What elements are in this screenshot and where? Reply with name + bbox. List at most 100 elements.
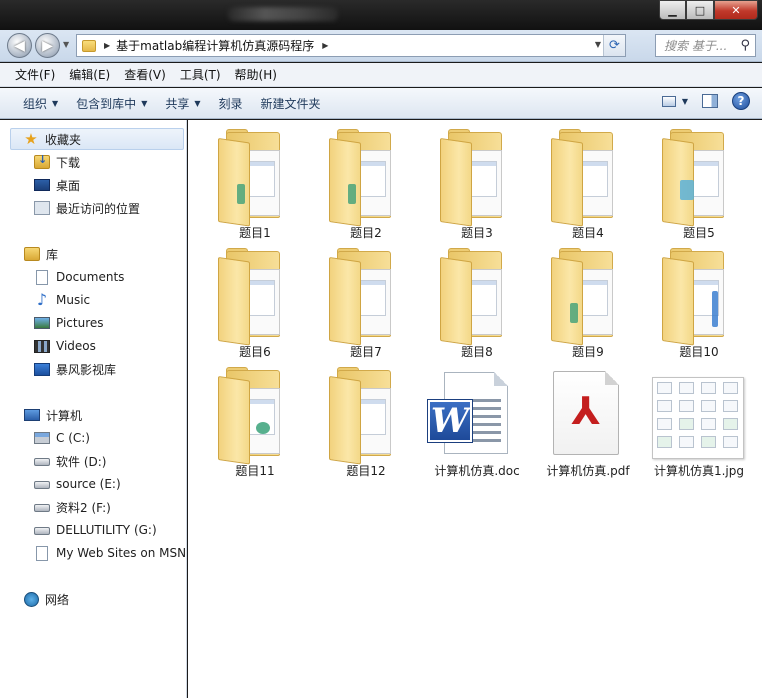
sidebar-item-pictures[interactable]: Pictures xyxy=(34,312,104,334)
sidebar-item-documents[interactable]: Documents xyxy=(34,266,124,288)
file-name: 题目2 xyxy=(350,226,382,240)
help-icon[interactable]: ? xyxy=(732,92,750,110)
folder-icon xyxy=(440,129,506,227)
image-thumbnail xyxy=(652,377,744,459)
file-name: 题目6 xyxy=(239,345,271,359)
sidebar-item-label: 暴风影视库 xyxy=(56,362,117,377)
sidebar-item-label: My Web Sites on MSN xyxy=(56,546,187,560)
file-item[interactable]: W 计算机仿真.doc xyxy=(422,366,532,481)
preview-pane-icon[interactable] xyxy=(702,94,718,108)
file-name: 计算机仿真.pdf xyxy=(546,464,630,478)
sidebar-item-desktop[interactable]: 桌面 xyxy=(34,174,80,196)
libraries-icon xyxy=(24,247,40,261)
share-button[interactable]: 共享 ▼ xyxy=(156,95,209,112)
sidebar-item-network[interactable]: 网络 xyxy=(24,588,69,610)
file-name: 题目12 xyxy=(346,464,386,478)
recent-pages-dropdown-icon[interactable]: ▼ xyxy=(63,40,69,49)
new-folder-button[interactable]: 新建文件夹 xyxy=(252,95,330,112)
sidebar-item-drive-e[interactable]: source (E:) xyxy=(34,473,121,495)
folder-icon xyxy=(440,248,506,346)
view-options-dropdown-icon[interactable]: ▼ xyxy=(682,97,688,106)
file-item[interactable]: 题目4 xyxy=(533,128,643,243)
sidebar-item-libraries[interactable]: 库 xyxy=(24,243,58,265)
file-item[interactable]: 题目7 xyxy=(311,247,421,362)
sidebar-item-downloads[interactable]: 下载 xyxy=(34,151,80,173)
share-label: 共享 xyxy=(165,96,190,111)
file-item[interactable]: 题目12 xyxy=(311,366,421,481)
system-drive-icon xyxy=(34,432,50,444)
file-name: 题目8 xyxy=(461,345,493,359)
include-library-label: 包含到库中 xyxy=(76,96,137,111)
word-letter-icon: W xyxy=(427,399,473,443)
sidebar-item-label: source (E:) xyxy=(56,477,121,491)
address-dropdown-icon[interactable]: ▼ xyxy=(595,40,601,49)
sidebar-item-label: 资料2 (F:) xyxy=(56,500,111,515)
refresh-icon[interactable]: ⟳ xyxy=(603,35,625,56)
sidebar-item-videos[interactable]: Videos xyxy=(34,335,96,357)
burn-button[interactable]: 刻录 xyxy=(210,95,252,112)
forward-button[interactable]: ▶ xyxy=(35,33,60,58)
pictures-icon xyxy=(34,317,50,329)
file-item[interactable]: 题目8 xyxy=(422,247,532,362)
file-item[interactable]: 题目2 xyxy=(311,128,421,243)
sidebar-item-web-sites[interactable]: My Web Sites on MSN xyxy=(34,542,186,564)
search-placeholder: 搜索 基于... xyxy=(664,39,728,53)
sidebar-item-label: 库 xyxy=(46,247,59,262)
downloads-icon xyxy=(34,153,50,169)
file-item[interactable]: 题目3 xyxy=(422,128,532,243)
web-folder-icon xyxy=(36,545,48,561)
file-name: 计算机仿真.doc xyxy=(434,464,520,478)
sidebar-item-drive-d[interactable]: 软件 (D:) xyxy=(34,450,106,472)
change-view-icon[interactable] xyxy=(661,95,676,107)
maximize-button[interactable]: □ xyxy=(686,0,714,20)
sidebar-item-drive-c[interactable]: C (C:) xyxy=(34,427,90,449)
sidebar-item-drive-f[interactable]: 资料2 (F:) xyxy=(34,496,111,518)
sidebar-item-favorites[interactable]: ★ 收藏夹 xyxy=(10,128,184,150)
menu-view[interactable]: 查看(V) xyxy=(117,66,173,83)
file-item[interactable]: 题目10 xyxy=(644,247,754,362)
file-item[interactable]: 题目9 xyxy=(533,247,643,362)
file-name: 题目11 xyxy=(235,464,275,478)
file-item[interactable]: 计算机仿真1.jpg xyxy=(644,366,754,481)
sidebar-item-music[interactable]: ♪ Music xyxy=(34,289,90,311)
search-icon[interactable]: ⚲ xyxy=(740,38,750,53)
menu-edit[interactable]: 编辑(E) xyxy=(62,66,117,83)
file-item[interactable]: ⅄ 计算机仿真.pdf xyxy=(533,366,643,481)
sidebar-item-computer[interactable]: 计算机 xyxy=(24,404,82,426)
storm-video-library-icon xyxy=(34,362,50,376)
breadcrumb-arrow-icon[interactable]: ▶ xyxy=(104,41,110,50)
sidebar-item-label: Documents xyxy=(56,270,125,284)
folder-icon xyxy=(329,129,395,227)
documents-icon xyxy=(36,269,48,285)
search-input[interactable]: 搜索 基于... ⚲ xyxy=(655,34,756,57)
title-blur xyxy=(228,7,338,21)
chevron-down-icon: ▼ xyxy=(194,98,201,108)
file-item[interactable]: 题目6 xyxy=(200,247,310,362)
file-item[interactable]: 题目1 xyxy=(200,128,310,243)
sidebar-item-storm-library[interactable]: 暴风影视库 xyxy=(34,358,116,380)
breadcrumb-current-folder[interactable]: 基于matlab编程计算机仿真源码程序 xyxy=(116,37,314,54)
menu-help[interactable]: 帮助(H) xyxy=(228,66,284,83)
word-document-icon: W xyxy=(427,372,512,458)
minimize-button[interactable]: ▁ xyxy=(659,0,686,20)
sidebar-item-drive-g[interactable]: DELLUTILITY (G:) xyxy=(34,519,157,541)
menu-tools[interactable]: 工具(T) xyxy=(173,66,228,83)
breadcrumb-arrow-icon[interactable]: ▶ xyxy=(322,41,328,50)
folder-icon xyxy=(218,248,284,346)
file-item[interactable]: 题目5 xyxy=(644,128,754,243)
close-button[interactable]: ✕ xyxy=(714,0,758,20)
window-controls: ▁ □ ✕ xyxy=(659,0,758,20)
file-item[interactable]: 题目11 xyxy=(200,366,310,481)
address-bar[interactable]: ▶ 基于matlab编程计算机仿真源码程序 ▶ ▼ ⟳ xyxy=(76,34,626,57)
hard-drive-icon xyxy=(34,504,50,512)
sidebar-item-recent-places[interactable]: 最近访问的位置 xyxy=(34,197,140,219)
sidebar-item-label: 下载 xyxy=(56,155,81,170)
include-in-library-button[interactable]: 包含到库中 ▼ xyxy=(67,95,156,112)
menu-file[interactable]: 文件(F) xyxy=(8,66,62,83)
acrobat-logo-icon: ⅄ xyxy=(571,389,601,433)
sidebar-item-label: Music xyxy=(56,293,91,307)
file-name: 题目4 xyxy=(572,226,604,240)
back-button[interactable]: ◀ xyxy=(7,33,32,58)
view-controls: ▼ ? xyxy=(661,92,750,110)
organize-button[interactable]: 组织 ▼ xyxy=(14,95,67,112)
